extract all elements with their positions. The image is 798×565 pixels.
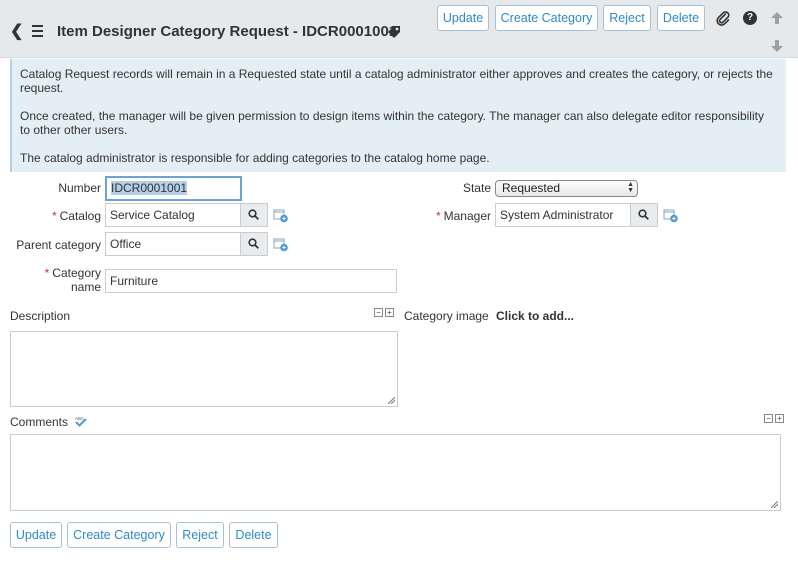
catalog-label: * Catalog xyxy=(51,209,101,223)
form-header: ❮ Item Designer Category Request - IDCR0… xyxy=(0,0,798,58)
search-icon xyxy=(248,209,259,220)
search-icon xyxy=(638,209,649,220)
select-arrows-icon: ▲ ▼ xyxy=(627,181,634,194)
footer-update-button[interactable]: Update xyxy=(10,522,62,548)
reference-icon[interactable] xyxy=(663,209,679,223)
expand-icon[interactable]: + xyxy=(385,308,394,317)
number-field[interactable]: IDCR0001001 xyxy=(105,176,242,201)
category-name-label: * Category name xyxy=(44,266,101,294)
collapse-icon[interactable]: − xyxy=(374,308,383,317)
expand-icon[interactable]: + xyxy=(775,414,784,423)
page-title: Item Designer Category Request - IDCR000… xyxy=(57,23,398,40)
info-paragraph-1: Catalog Request records will remain in a… xyxy=(20,67,773,95)
update-button[interactable]: Update xyxy=(437,5,489,31)
comments-textarea[interactable] xyxy=(10,434,781,511)
catalog-lookup-button[interactable] xyxy=(241,203,268,227)
help-icon[interactable]: ? xyxy=(743,11,757,25)
reference-icon[interactable] xyxy=(273,238,289,252)
create-category-button[interactable]: Create Category xyxy=(495,5,598,31)
arrow-down-icon[interactable] xyxy=(770,39,784,53)
info-message: Catalog Request records will remain in a… xyxy=(10,59,786,172)
footer-reject-button[interactable]: Reject xyxy=(176,522,224,548)
paperclip-icon[interactable] xyxy=(715,10,731,26)
spellcheck-icon[interactable]: ABC xyxy=(73,415,89,427)
footer-create-category-button[interactable]: Create Category xyxy=(67,522,171,548)
description-label: Description xyxy=(10,309,71,323)
category-image-label: Category image xyxy=(404,309,489,323)
reference-icon[interactable] xyxy=(273,209,289,223)
delete-button[interactable]: Delete xyxy=(657,5,705,31)
collapse-icon[interactable]: − xyxy=(764,414,773,423)
footer-delete-button[interactable]: Delete xyxy=(229,522,278,548)
manager-lookup-button[interactable] xyxy=(631,203,658,227)
parent-category-label: Parent category xyxy=(16,238,101,252)
resize-handle-icon[interactable] xyxy=(771,501,778,508)
info-paragraph-3: The catalog administrator is responsible… xyxy=(20,151,490,165)
info-paragraph-2: Once created, the manager will be given … xyxy=(20,109,764,137)
tag-icon[interactable] xyxy=(386,24,402,40)
menu-icon[interactable] xyxy=(32,25,44,37)
back-icon[interactable]: ❮ xyxy=(10,24,24,40)
parent-category-lookup-button[interactable] xyxy=(241,232,268,256)
comments-label: Comments ABC xyxy=(10,415,89,429)
category-image-add-link[interactable]: Click to add... xyxy=(496,309,574,323)
number-label: Number xyxy=(58,181,101,195)
resize-handle-icon[interactable] xyxy=(388,397,395,404)
description-expand-controls: − + xyxy=(374,308,396,317)
manager-label: * Manager xyxy=(435,209,491,223)
arrow-up-icon[interactable] xyxy=(770,11,784,25)
comments-expand-controls: − + xyxy=(764,414,786,423)
state-label: State xyxy=(462,181,491,195)
manager-field[interactable]: System Administrator xyxy=(495,203,631,227)
reject-button[interactable]: Reject xyxy=(603,5,651,31)
parent-category-field[interactable]: Office xyxy=(105,232,241,256)
description-textarea[interactable] xyxy=(10,331,398,407)
catalog-field[interactable]: Service Catalog xyxy=(105,203,241,227)
search-icon xyxy=(248,238,259,249)
category-name-field[interactable]: Furniture xyxy=(105,269,397,293)
state-select[interactable]: Requested ▲ ▼ xyxy=(495,180,638,197)
